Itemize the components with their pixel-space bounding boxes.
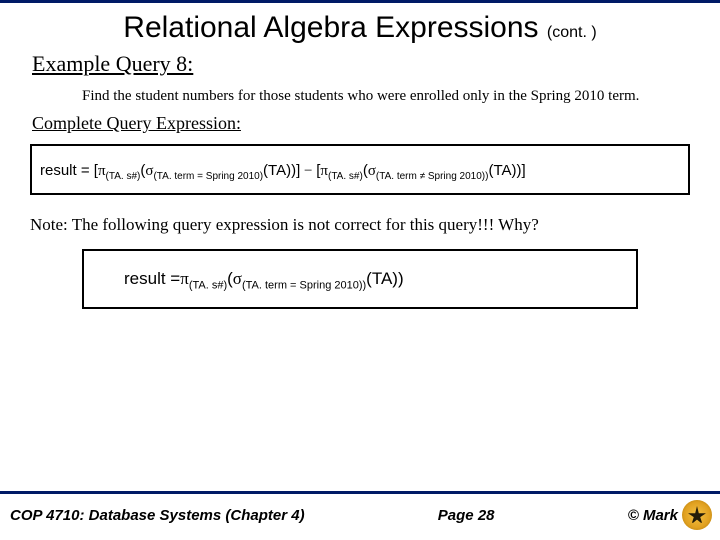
- minus-op: −: [300, 163, 316, 179]
- sigma-sub-1: (TA. term = Spring 2010): [153, 171, 263, 182]
- note-text: Note: The following query expression is …: [30, 215, 690, 235]
- expression-box-incorrect: result =π(TA. s#)(σ(TA. term = Spring 20…: [82, 249, 638, 309]
- complete-expr-label: Complete Query Expression:: [32, 113, 720, 134]
- pi-sub-3: (TA. s#): [189, 279, 227, 291]
- expr1-ta2: (TA))]: [488, 162, 525, 179]
- logo-icon: [682, 500, 712, 530]
- query-text: Find the student numbers for those stude…: [82, 87, 670, 105]
- expr1-lhs: result = [: [40, 162, 98, 179]
- expr2-ta: (TA)): [366, 269, 403, 288]
- pi-sub-2: (TA. s#): [328, 171, 363, 182]
- expr1-ta1: (TA))]: [263, 162, 300, 179]
- pi-symbol: π: [98, 163, 106, 179]
- footer-page: Page 28: [313, 507, 620, 524]
- expr2-lhs: result =: [124, 269, 180, 288]
- pi-sub-1: (TA. s#): [106, 171, 141, 182]
- title-main: Relational Algebra Expressions: [123, 11, 538, 44]
- footer-left: COP 4710: Database Systems (Chapter 4): [10, 507, 305, 524]
- sigma-sub-3: (TA. term = Spring 2010)): [242, 279, 366, 291]
- pi-symbol-3: π: [180, 269, 189, 288]
- example-label: Example Query 8:: [32, 51, 720, 77]
- footer-copyright: © Mark: [628, 507, 678, 524]
- footer: COP 4710: Database Systems (Chapter 4) P…: [0, 491, 720, 540]
- footer-right: © Mark: [628, 500, 712, 530]
- sigma-symbol-2: σ: [368, 163, 376, 179]
- sigma-symbol-3: σ: [233, 269, 242, 288]
- pi-symbol-2: π: [320, 163, 328, 179]
- sigma-sub-2: (TA. term ≠ Spring 2010)): [376, 171, 489, 182]
- slide: Relational Algebra Expressions (cont. ) …: [0, 0, 720, 540]
- expression-box-correct: result = [π(TA. s#)(σ(TA. term = Spring …: [30, 144, 690, 195]
- page-title: Relational Algebra Expressions (cont. ): [0, 3, 720, 45]
- title-cont: (cont. ): [547, 24, 597, 41]
